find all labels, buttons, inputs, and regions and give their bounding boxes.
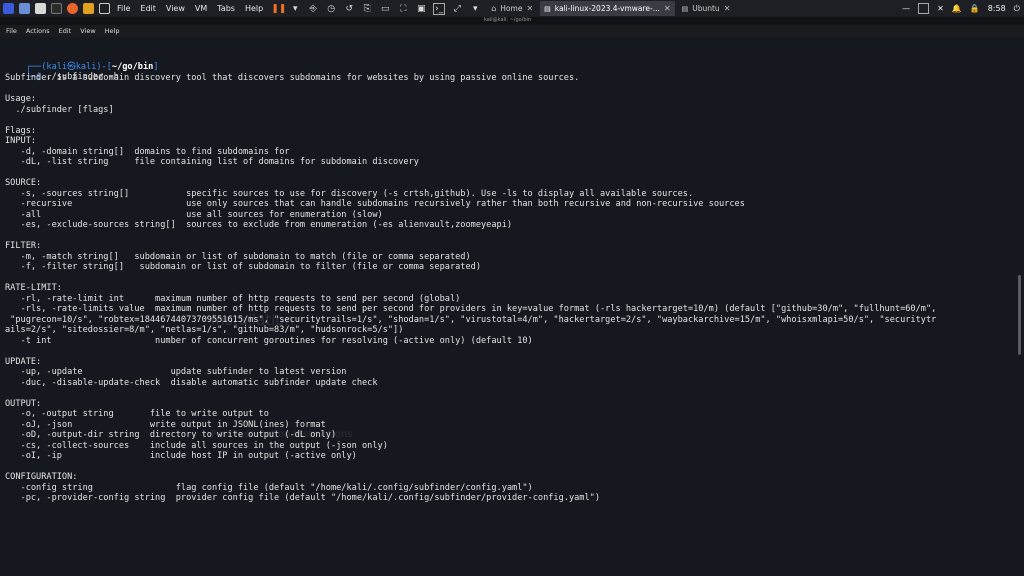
output-line: -config string flag config file (default… xyxy=(5,482,533,493)
fit-window-icon[interactable]: ▭ xyxy=(379,3,391,15)
output-line: -m, -match string[] subdomain or list of… xyxy=(5,251,471,262)
output-line: "pugrecon=10/s", "robtex=184467440737095… xyxy=(5,314,937,325)
lock-icon[interactable]: 🔒 xyxy=(970,4,980,13)
close-icon[interactable]: ✕ xyxy=(664,4,671,13)
manage-snapshots-icon[interactable]: ⎘ xyxy=(361,3,373,15)
send-keys-icon[interactable]: ⎆ xyxy=(307,3,319,15)
desktop-icon[interactable] xyxy=(19,3,30,14)
output-line: -dL, -list string file containing list o… xyxy=(5,157,419,167)
tab-ubuntu[interactable]: ▤ Ubuntu ✕ xyxy=(678,1,735,16)
output-line: -s, -sources string[] specific sources t… xyxy=(5,188,694,199)
output-line: -all use all sources for enumeration (sl… xyxy=(5,209,383,220)
tab-home[interactable]: ⌂ Home ✕ xyxy=(487,1,537,16)
host-menu-edit[interactable]: Edit xyxy=(140,4,156,13)
notification-icon[interactable]: 🔔 xyxy=(952,4,962,13)
output-line: Flags: xyxy=(5,125,37,136)
host-menu-view[interactable]: View xyxy=(166,4,185,13)
terminal-menubar: File Actions Edit View Help xyxy=(0,25,1024,37)
output-line: ails=2/s", "sitedossier=8/m", "netlas=1/… xyxy=(5,325,404,335)
dropdown-icon[interactable]: ▾ xyxy=(289,3,301,15)
pause-icon[interactable]: ❚❚ xyxy=(271,3,286,15)
revert-snapshot-icon[interactable]: ↺ xyxy=(343,3,355,15)
scrollbar-thumb[interactable] xyxy=(1018,275,1021,355)
file-manager-icon[interactable] xyxy=(35,3,46,14)
output-line: -es, -exclude-sources string[] sources t… xyxy=(5,220,513,230)
terminal-menu-view[interactable]: View xyxy=(80,27,95,35)
output-line: ./subfinder [flags] xyxy=(5,104,114,115)
output-line: -up, -update update subfinder to latest … xyxy=(5,367,347,377)
output-line: INPUT: xyxy=(5,136,37,146)
output-line: OUTPUT: xyxy=(5,398,42,409)
output-line: -o, -output string file to write output … xyxy=(5,409,269,419)
window-title: kali@kali: ~/go/bin xyxy=(484,17,532,23)
app-launcher-icon[interactable] xyxy=(3,3,14,14)
output-line: -cs, -collect-sources include all source… xyxy=(5,440,388,451)
terminal-output[interactable]: Installation Post Installation Instructi… xyxy=(0,37,1010,576)
output-line: FILTER: xyxy=(5,241,42,251)
terminal-menu-edit[interactable]: Edit xyxy=(59,27,72,35)
output-line: -f, -filter string[] subdomain or list o… xyxy=(5,262,481,272)
output-line: -oJ, -json write output in JSONL(ines) f… xyxy=(5,419,326,430)
snapshot-icon[interactable]: ◷ xyxy=(325,3,337,15)
vmware-icon[interactable] xyxy=(83,3,94,14)
output-line: -recursive use only sources that can han… xyxy=(5,199,745,209)
vm-icon: ▤ xyxy=(544,4,551,13)
terminal-menu-actions[interactable]: Actions xyxy=(26,27,50,35)
terminal-menu-help[interactable]: Help xyxy=(105,27,120,35)
terminal-icon[interactable] xyxy=(51,3,62,14)
output-line: Usage: xyxy=(5,94,37,104)
vm-icon: ▤ xyxy=(681,4,689,13)
host-menu-tabs[interactable]: Tabs xyxy=(217,4,235,13)
unity-icon[interactable]: ▣ xyxy=(415,3,427,15)
host-menu-help[interactable]: Help xyxy=(245,4,263,13)
output-line: -d, -domain string[] domains to find sub… xyxy=(5,146,290,157)
close-icon[interactable]: ✕ xyxy=(724,4,731,13)
terminal-menu-file[interactable]: File xyxy=(6,27,17,35)
output-line: -pc, -provider-config string provider co… xyxy=(5,493,600,503)
stretch-icon[interactable]: ⤢ xyxy=(451,3,463,15)
firefox-icon[interactable] xyxy=(67,3,78,14)
maximize-icon[interactable] xyxy=(918,3,930,14)
output-line: -t int number of concurrent goroutines f… xyxy=(5,335,533,346)
output-line: SOURCE: xyxy=(5,178,42,188)
host-menu-vm[interactable]: VM xyxy=(195,4,207,13)
output-line: -rl, -rate-limit int maximum number of h… xyxy=(5,293,461,304)
close-window-icon[interactable]: ✕ xyxy=(937,4,944,13)
output-line: CONFIGURATION: xyxy=(5,472,78,482)
vm-window-title: kali@kali: ~/go/bin xyxy=(0,17,1024,25)
tab-kali[interactable]: ▤ kali-linux-2023.4-vmware-... ✕ xyxy=(540,1,675,16)
power-icon[interactable]: ⏻ xyxy=(1014,4,1020,14)
console-icon[interactable]: ›_ xyxy=(433,2,446,15)
home-icon: ⌂ xyxy=(491,4,497,13)
output-line: -rls, -rate-limits value maximum number … xyxy=(5,304,937,314)
clock: 8:58 xyxy=(987,4,1006,13)
output-line: RATE-LIMIT: xyxy=(5,283,62,293)
system-tray: — ✕ 🔔 🔒 8:58 ⏻ xyxy=(898,3,1024,14)
minimize-icon[interactable]: — xyxy=(902,4,910,13)
fullscreen-icon[interactable]: ⛶ xyxy=(397,3,409,15)
output-line: -oD, -output-dir string directory to wri… xyxy=(5,430,337,440)
output-line: -oI, -ip include host IP in output (-act… xyxy=(5,451,357,461)
output-line: UPDATE: xyxy=(5,356,42,367)
host-menu-file[interactable]: File xyxy=(117,4,130,13)
stretch-dropdown-icon[interactable]: ▾ xyxy=(469,3,481,15)
output-line: -duc, -disable-update-check disable auto… xyxy=(5,377,378,388)
close-icon[interactable]: ✕ xyxy=(526,4,533,13)
output-line: Subfinder is a subdomain discovery tool … xyxy=(5,73,580,83)
window-icon[interactable] xyxy=(99,3,110,14)
host-taskbar: File Edit View VM Tabs Help ❚❚ ▾ ⎆ ◷ ↺ ⎘… xyxy=(0,0,1024,18)
